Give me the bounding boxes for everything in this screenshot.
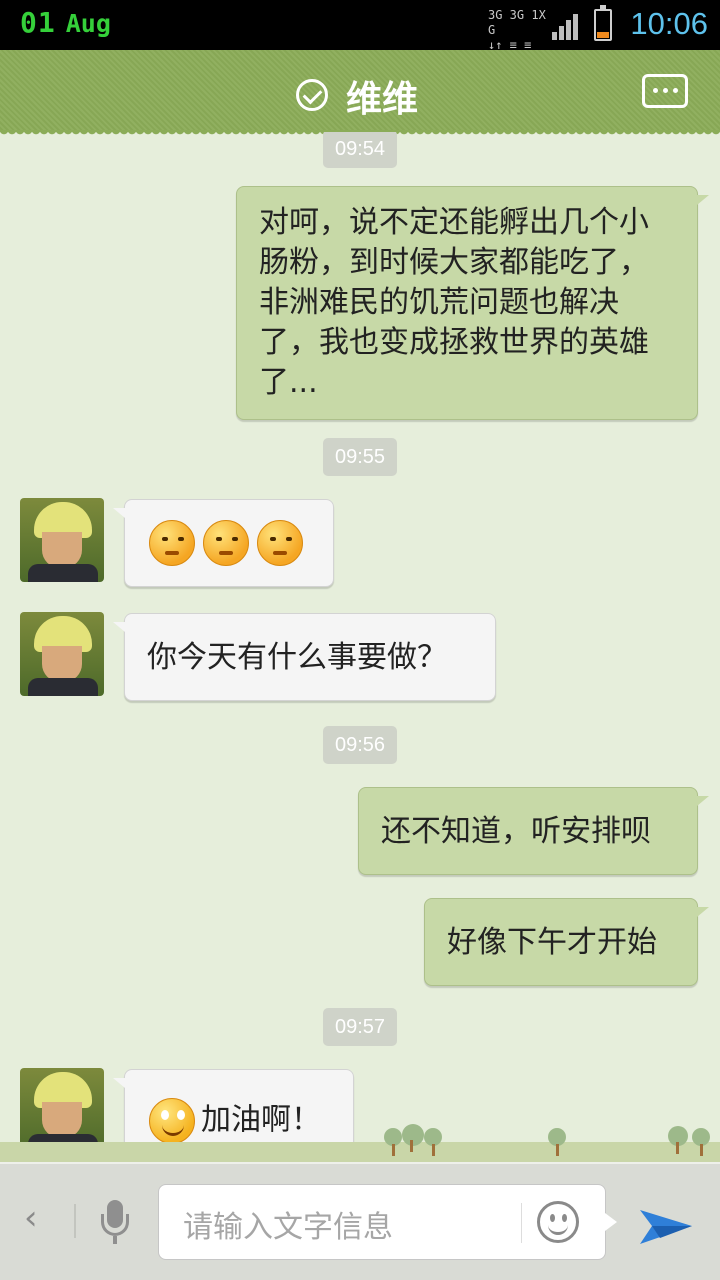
signal-icon — [552, 12, 584, 40]
landscape-decoration — [0, 1100, 720, 1162]
input-bar: ‹ 请输入文字信息 — [0, 1162, 720, 1280]
message-bubble-outgoing[interactable]: 好像下午才开始 — [424, 898, 709, 986]
contact-name[interactable]: 维维 — [346, 70, 418, 122]
shy-emoji-icon — [203, 520, 249, 566]
message-text: 好像下午才开始 — [447, 925, 657, 960]
status-date: 01 Aug — [20, 6, 111, 39]
chat-messages[interactable]: 09:54 对呵，说不定还能孵出几个小肠粉，到时候大家都能吃了，非洲难民的饥荒问… — [0, 132, 720, 1162]
network-type-label: 3G 3G 1X G — [488, 8, 546, 37]
divider — [521, 1203, 522, 1243]
chevron-left-icon[interactable]: ‹ — [24, 1198, 38, 1238]
message-text: 你今天有什么事要做？ — [147, 640, 447, 675]
network-indicator: 3G 3G 1X G ↓↑ ≡ ≡ — [488, 8, 548, 53]
message-bubble-outgoing[interactable]: 还不知道，听安排呗 — [358, 787, 709, 875]
avatar[interactable] — [20, 612, 104, 696]
message-input[interactable]: 请输入文字信息 — [158, 1184, 617, 1260]
more-options-button[interactable] — [642, 74, 688, 108]
send-icon[interactable] — [640, 1198, 692, 1246]
status-bar: 01 Aug 3G 3G 1X G ↓↑ ≡ ≡ 10:06 — [0, 0, 720, 53]
message-bubble-outgoing[interactable]: 对呵，说不定还能孵出几个小肠粉，到时候大家都能吃了，非洲难民的饥荒问题也解决了，… — [236, 186, 709, 420]
status-date-month: Aug — [65, 9, 111, 38]
message-bubble-incoming[interactable]: 你今天有什么事要做？ — [113, 613, 496, 701]
battery-icon — [594, 5, 612, 41]
timestamp: 09:54 — [323, 132, 397, 168]
divider — [74, 1204, 76, 1238]
shy-emoji-icon — [257, 520, 303, 566]
microphone-icon[interactable] — [100, 1200, 130, 1246]
chat-header: 维维 — [0, 50, 720, 138]
angry-emoji-icon — [149, 520, 195, 566]
status-time: 10:06 — [630, 6, 708, 41]
message-bubble-incoming[interactable] — [113, 499, 334, 587]
avatar[interactable] — [20, 498, 104, 582]
smiley-icon[interactable] — [537, 1201, 579, 1243]
status-date-day: 01 — [20, 6, 56, 39]
check-circle-icon — [296, 79, 328, 111]
timestamp: 09:55 — [323, 438, 397, 476]
message-text: 对呵，说不定还能孵出几个小肠粉，到时候大家都能吃了，非洲难民的饥荒问题也解决了，… — [259, 205, 649, 400]
message-input-placeholder: 请输入文字信息 — [183, 1210, 393, 1245]
timestamp: 09:57 — [323, 1008, 397, 1046]
message-text: 还不知道，听安排呗 — [381, 814, 651, 849]
timestamp: 09:56 — [323, 726, 397, 764]
